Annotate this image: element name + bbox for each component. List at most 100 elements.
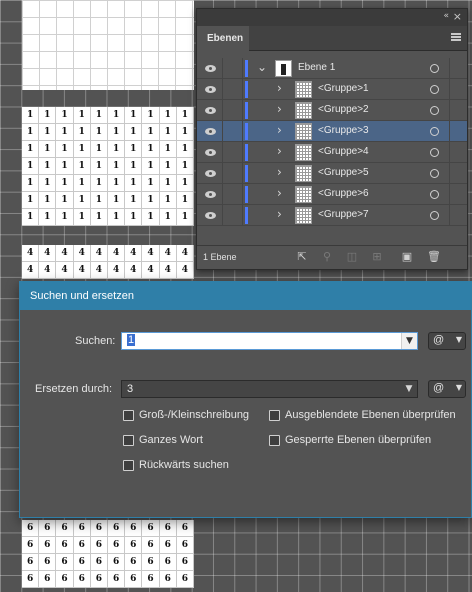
chevron-right-icon[interactable]: › — [277, 102, 282, 116]
target-circle-icon[interactable] — [430, 106, 439, 115]
lock-toggle[interactable] — [223, 205, 243, 226]
lock-toggle[interactable] — [223, 100, 243, 121]
grid-digit: 6 — [39, 554, 57, 571]
selection-column[interactable] — [449, 184, 467, 205]
lock-toggle[interactable] — [223, 79, 243, 100]
grid-digit: 1 — [108, 124, 126, 141]
layer-row[interactable]: › <Gruppe>4 — [197, 142, 467, 163]
chevron-right-icon[interactable]: › — [277, 81, 282, 95]
checkbox-label: Gesperrte Ebenen überprüfen — [285, 434, 432, 446]
selection-column[interactable] — [449, 79, 467, 100]
layer-row[interactable]: › <Gruppe>2 — [197, 100, 467, 121]
search-special-chars-button[interactable]: @ ▼ — [428, 332, 466, 350]
grid-digit: 1 — [22, 124, 40, 141]
target-circle-icon[interactable] — [430, 211, 439, 220]
checkbox-box[interactable] — [123, 460, 134, 471]
grid-digit: 6 — [176, 537, 194, 554]
target-circle-icon[interactable] — [430, 85, 439, 94]
layer-row[interactable]: › <Gruppe>1 — [197, 79, 467, 100]
target-circle-icon[interactable] — [430, 64, 439, 73]
visibility-toggle[interactable] — [197, 142, 223, 163]
chevron-right-icon[interactable]: › — [277, 144, 282, 158]
grid-digit: 1 — [39, 124, 57, 141]
find-replace-dialog: Suchen und ersetzen Suchen: 1 ▼ @ ▼ Erse… — [19, 281, 472, 518]
visibility-toggle[interactable] — [197, 58, 223, 79]
chevron-right-icon[interactable]: › — [277, 186, 282, 200]
checkbox-box[interactable] — [269, 410, 280, 421]
search-input[interactable]: 1 ▼ — [121, 332, 418, 350]
chevron-right-icon[interactable]: › — [277, 165, 282, 179]
grid-digit: 1 — [22, 192, 40, 209]
sublayer-icon[interactable]: ⊞ — [371, 251, 383, 263]
visibility-toggle[interactable] — [197, 163, 223, 184]
target-circle-icon[interactable] — [430, 190, 439, 199]
selection-column[interactable] — [449, 163, 467, 184]
lock-toggle[interactable] — [223, 58, 243, 79]
trash-icon[interactable]: 🗑 — [427, 251, 441, 263]
visibility-toggle[interactable] — [197, 100, 223, 121]
tab-layers[interactable]: Ebenen — [197, 26, 249, 51]
search-label: Suchen: — [75, 335, 116, 347]
lock-toggle[interactable] — [223, 184, 243, 205]
panel-menu-icon[interactable] — [451, 33, 461, 41]
grid-digit: 1 — [125, 175, 143, 192]
visibility-toggle[interactable] — [197, 205, 223, 226]
close-panel-icon[interactable]: × — [453, 10, 462, 23]
checkbox-box[interactable] — [123, 435, 134, 446]
chevron-right-icon[interactable]: › — [277, 207, 282, 221]
visibility-toggle[interactable] — [197, 79, 223, 100]
selection-column[interactable] — [449, 58, 467, 79]
grid-digit: 1 — [159, 209, 177, 226]
chevron-right-icon[interactable]: › — [277, 123, 282, 137]
grid-digit: 1 — [108, 158, 126, 175]
layer-thumbnail — [295, 165, 312, 182]
checkbox-box[interactable] — [123, 410, 134, 421]
grid-digit: 1 — [159, 175, 177, 192]
grid-digit: 1 — [125, 158, 143, 175]
new-layer-icon[interactable]: ▣ — [401, 251, 413, 263]
checkbox-box[interactable] — [269, 435, 280, 446]
replace-dropdown-icon[interactable]: ▼ — [401, 381, 417, 397]
target-circle-icon[interactable] — [430, 127, 439, 136]
search-icon[interactable]: ⚲ — [321, 251, 333, 263]
target-circle-icon[interactable] — [430, 169, 439, 178]
lock-toggle[interactable] — [223, 121, 243, 142]
grid-digit: 6 — [90, 571, 108, 588]
chevron-down-icon[interactable]: ⌄ — [257, 60, 267, 74]
selection-column[interactable] — [449, 121, 467, 142]
grid-digit: 1 — [176, 158, 194, 175]
panel-footer: 1 Ebene ⇱ ⚲ ◫ ⊞ ▣ 🗑 — [197, 245, 467, 269]
lock-toggle[interactable] — [223, 142, 243, 163]
layer-color-bar — [245, 81, 248, 98]
grid-digit: 1 — [73, 175, 91, 192]
target-circle-icon[interactable] — [430, 148, 439, 157]
visibility-toggle[interactable] — [197, 184, 223, 205]
selection-column[interactable] — [449, 205, 467, 226]
clipping-mask-icon[interactable]: ◫ — [346, 251, 358, 263]
layer-row[interactable]: › <Gruppe>3 — [197, 121, 467, 142]
layer-row[interactable]: › <Gruppe>7 — [197, 205, 467, 226]
layer-row[interactable]: › <Gruppe>5 — [197, 163, 467, 184]
layer-row[interactable]: › <Gruppe>6 — [197, 184, 467, 205]
grid-digit: 1 — [108, 209, 126, 226]
visibility-toggle[interactable] — [197, 121, 223, 142]
collapse-panel-icon[interactable]: « — [443, 11, 449, 21]
replace-input[interactable]: 3 ▼ — [121, 380, 418, 398]
grid-digit: 1 — [176, 209, 194, 226]
grid-digit: 6 — [142, 571, 160, 588]
panel-topbar: « × — [197, 9, 467, 26]
grid-digit: 4 — [125, 262, 143, 279]
replace-special-chars-button[interactable]: @ ▼ — [428, 380, 466, 398]
search-dropdown-icon[interactable]: ▼ — [401, 333, 417, 349]
layer-row[interactable]: ⌄ Ebene 1 — [197, 58, 467, 79]
selection-column[interactable] — [449, 100, 467, 121]
layer-color-bar — [245, 144, 248, 161]
selection-column[interactable] — [449, 142, 467, 163]
grid-digit: 1 — [142, 158, 160, 175]
checkbox-label: Ausgeblendete Ebenen überprüfen — [285, 409, 456, 421]
layer-color-bar — [245, 186, 248, 203]
lock-toggle[interactable] — [223, 163, 243, 184]
grid-digit: 6 — [73, 520, 91, 537]
export-icon[interactable]: ⇱ — [296, 251, 308, 263]
eye-icon — [205, 212, 216, 219]
